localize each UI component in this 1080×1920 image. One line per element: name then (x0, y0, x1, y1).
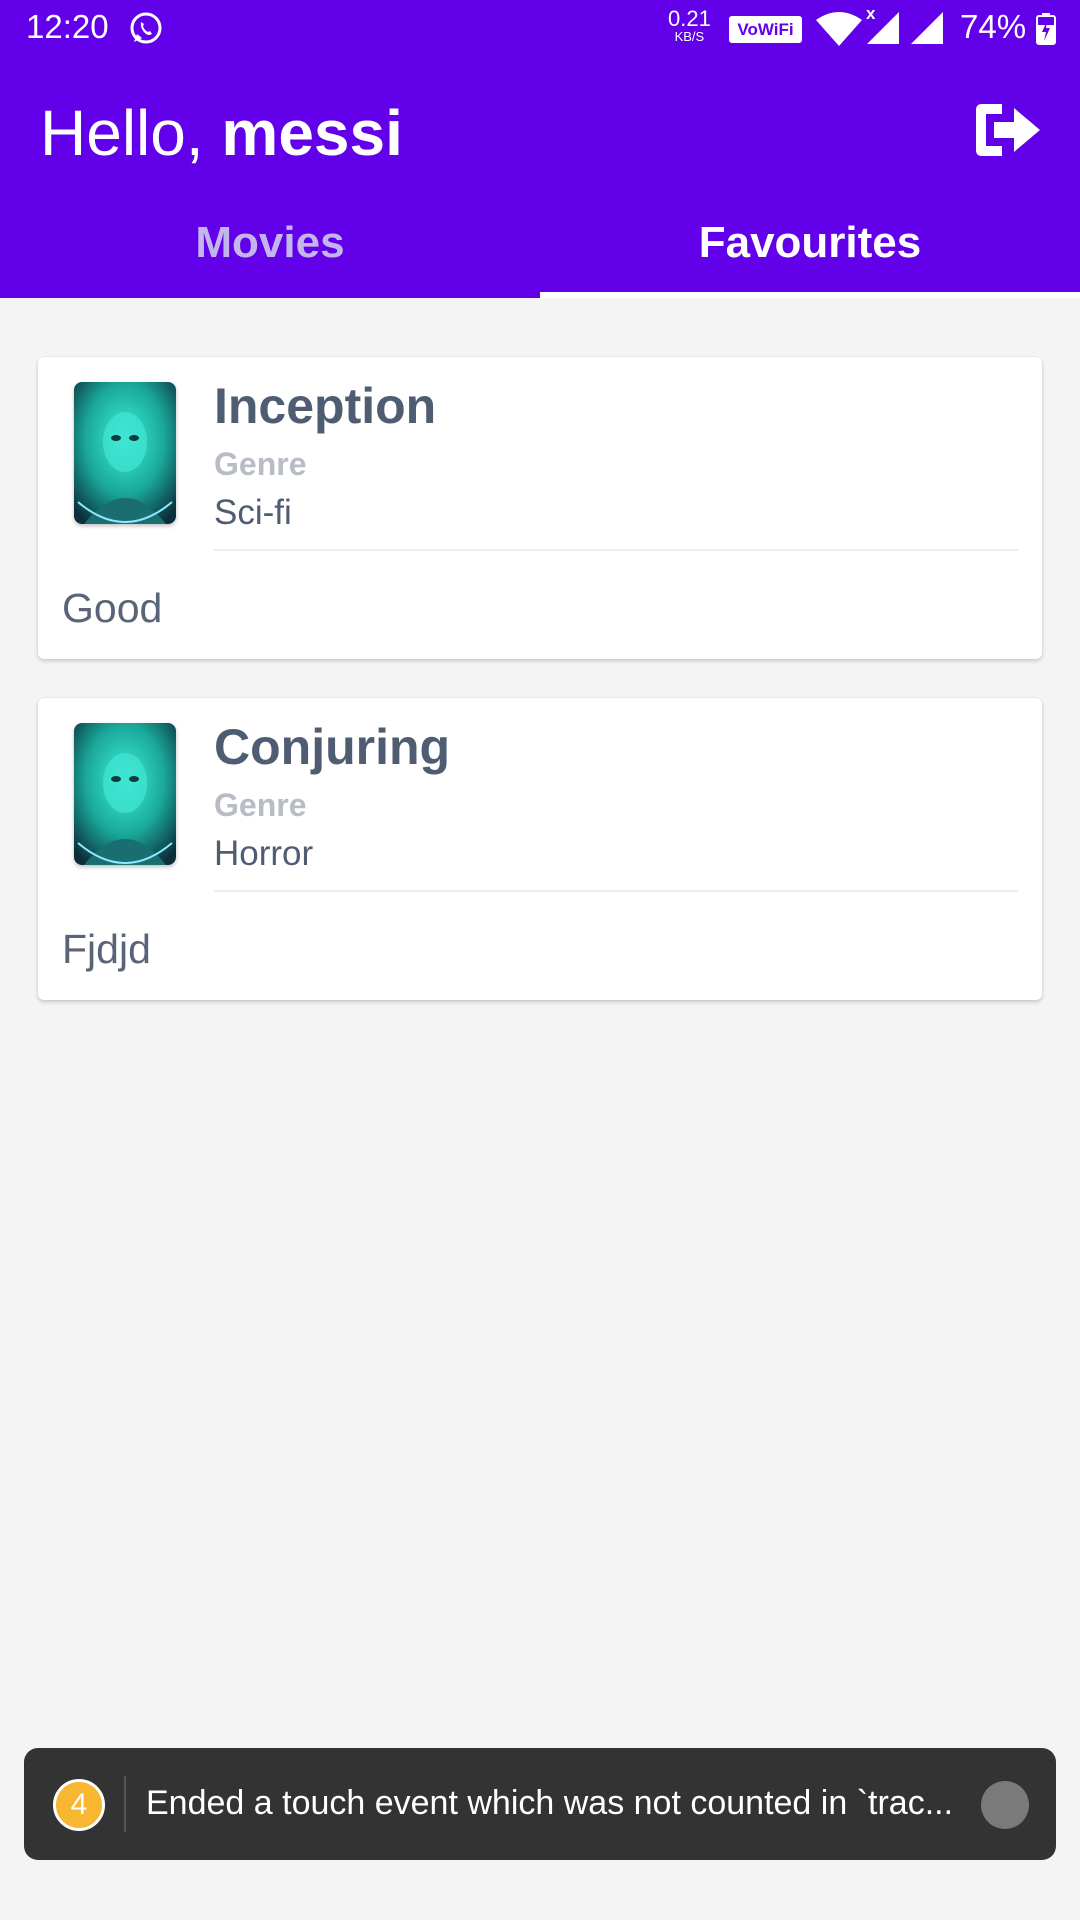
wifi-icon (816, 12, 862, 46)
genre-label: Genre (214, 446, 307, 482)
network-speed-value: 0.21 (668, 6, 711, 31)
logout-button[interactable] (972, 98, 1044, 162)
vowifi-badge: VoWiFi (729, 16, 802, 43)
greeting-prefix: Hello, (40, 97, 222, 169)
battery-charging-icon (1036, 13, 1056, 45)
divider (214, 549, 1018, 551)
movie-review: Good (62, 585, 163, 631)
debug-toast[interactable]: 4 Ended a touch event which was not coun… (24, 1748, 1056, 1860)
greeting: Hello, messi (40, 96, 403, 170)
tab-active-indicator (540, 292, 1080, 298)
status-time: 12:20 (26, 8, 109, 45)
app-header: 12:20 0.21 KB/S VoWiFi x 74% Hello, mess… (0, 0, 1080, 298)
network-speed: 0.21 KB/S (668, 6, 711, 44)
favourite-card[interactable]: Conjuring Genre Horror Fjdjd (38, 698, 1042, 1000)
movie-review: Fjdjd (62, 926, 151, 972)
favourite-card[interactable]: Inception Genre Sci-fi Good (38, 357, 1042, 659)
cell-signal-icon (911, 12, 943, 44)
whatsapp-icon (130, 12, 162, 44)
tab-movies[interactable]: Movies (0, 218, 540, 268)
cell-signal-icon (867, 12, 899, 44)
genre-value: Sci-fi (214, 493, 292, 532)
genre-value: Horror (214, 834, 314, 873)
movie-poster (74, 382, 176, 524)
battery-percent: 74% (960, 8, 1027, 45)
status-bar: 12:20 0.21 KB/S VoWiFi x 74% (0, 0, 1080, 58)
divider (214, 890, 1018, 892)
movie-title: Conjuring (214, 719, 451, 775)
toast-separator (124, 1776, 126, 1832)
movie-poster (74, 723, 176, 865)
tab-favourites[interactable]: Favourites (540, 218, 1080, 268)
toast-message: Ended a touch event which was not counte… (146, 1784, 954, 1822)
genre-label: Genre (214, 787, 307, 823)
network-speed-unit: KB/S (674, 29, 705, 44)
toast-count-badge: 4 (53, 1779, 105, 1831)
toast-dismiss-button[interactable] (981, 1781, 1029, 1829)
movie-title: Inception (214, 378, 437, 434)
user-name: messi (221, 97, 403, 169)
